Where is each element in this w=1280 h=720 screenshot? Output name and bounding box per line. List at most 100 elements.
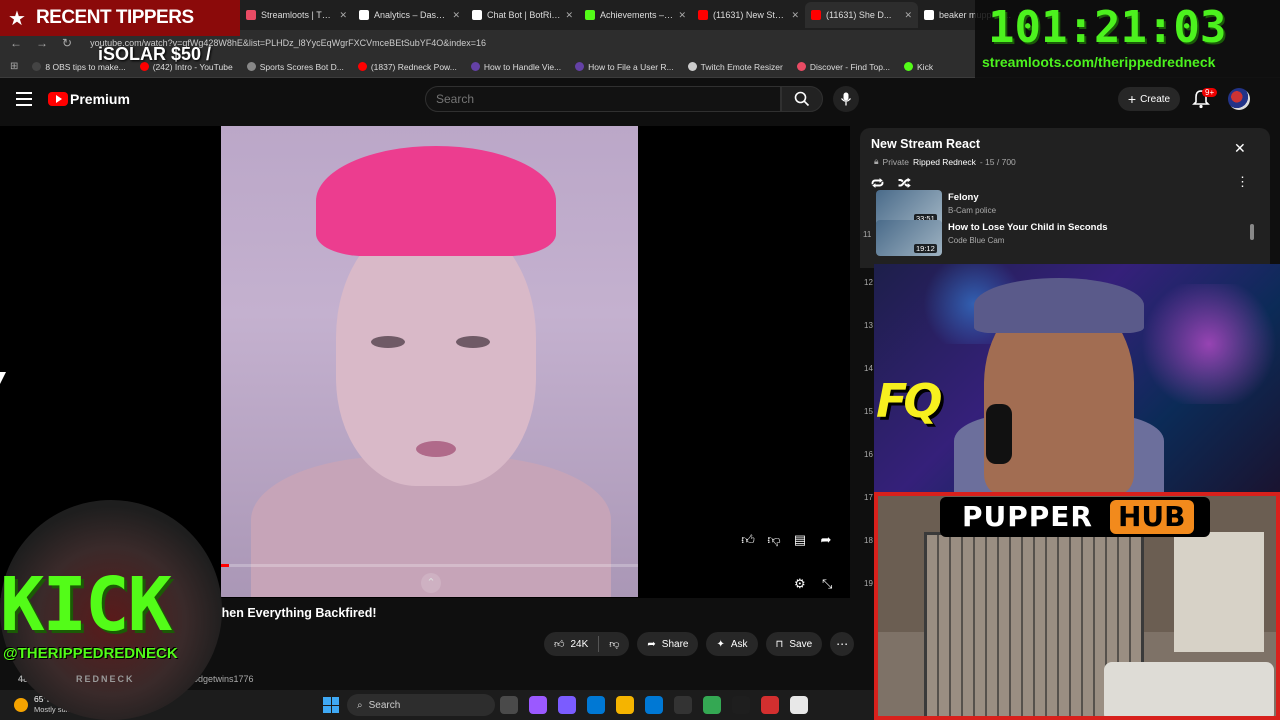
browser-tab[interactable]: (11631) New Stre... ✕: [692, 2, 805, 28]
dislike-button[interactable]: 👎︎: [599, 632, 629, 656]
playlist-scrollbar[interactable]: [1250, 224, 1254, 240]
thumbs-up-icon[interactable]: 👍︎: [740, 532, 756, 548]
bookmark-item[interactable]: (1837) Redneck Pow...: [357, 62, 457, 72]
bookmark-item[interactable]: Sports Scores Bot D...: [246, 62, 344, 72]
subathon-timer: 101:21:03: [988, 2, 1227, 53]
search-input[interactable]: [425, 86, 781, 112]
taskbar-app-icon[interactable]: [529, 696, 547, 714]
taskbar-app-icon[interactable]: [558, 696, 576, 714]
browser-tab[interactable]: Chat Bot | BotRix... ✕: [466, 2, 579, 28]
windows-start-icon[interactable]: [323, 697, 339, 713]
playlist-index-number: 18: [864, 536, 873, 545]
playlist-item-index: 11: [863, 230, 872, 239]
create-button[interactable]: + Create: [1118, 87, 1180, 111]
search-button[interactable]: [781, 86, 823, 112]
sun-icon: [14, 698, 28, 712]
bookmark-favicon-icon: [796, 62, 806, 71]
browser-tab[interactable]: (11631) She D... ✕: [805, 2, 918, 28]
tab-title: (11631) New Stre...: [713, 10, 787, 20]
share-arrow-icon[interactable]: ➦: [818, 532, 834, 548]
kebab-menu-icon[interactable]: ⋮: [1236, 174, 1249, 190]
video-progress-bar[interactable]: [221, 564, 638, 567]
youtube-logo-icon[interactable]: [48, 92, 68, 106]
bookmark-favicon-icon: [904, 62, 914, 71]
kick-logo: KICK: [0, 562, 172, 648]
thumbs-down-icon[interactable]: 👎︎: [766, 532, 782, 548]
taskbar-apps: [500, 696, 808, 714]
share-button[interactable]: ➦ Share: [637, 632, 699, 656]
bookmark-item[interactable]: How to File a User R...: [575, 62, 674, 72]
bookmark-label: Discover - Find Top...: [809, 61, 891, 72]
streamer-hat: [974, 278, 1144, 333]
tab-title: Streamloots | The...: [261, 10, 335, 20]
screen: Streamloots | The... ✕ Analytics – Dashb..…: [0, 0, 1280, 720]
video-person-hair: [316, 146, 556, 256]
pupper-hub-badge: HUB: [1110, 500, 1194, 534]
bookmark-label: How to Handle Vie...: [483, 61, 562, 72]
close-tab-icon[interactable]: ✕: [904, 10, 912, 21]
bookmark-item[interactable]: How to Handle Vie...: [470, 61, 562, 72]
gear-icon[interactable]: ⚙: [794, 576, 810, 592]
bookmark-favicon-icon: [575, 62, 585, 71]
menu-icon[interactable]: [16, 92, 32, 106]
playlist-item-channel[interactable]: Code Blue Cam: [948, 236, 1004, 245]
back-icon[interactable]: ←: [10, 36, 22, 50]
more-options-icon[interactable]: ⋯: [830, 632, 855, 656]
browser-tab[interactable]: Analytics – Dashb... ✕: [353, 2, 466, 28]
youtube-header: Premium + Create 9+: [0, 80, 1280, 120]
bookmark-item[interactable]: Discover - Find Top...: [796, 61, 891, 72]
taskbar-app-icon[interactable]: [790, 696, 808, 714]
mouse-cursor-icon: [0, 372, 6, 384]
taskbar-app-icon[interactable]: [616, 696, 634, 714]
like-button[interactable]: 👍︎ 24K: [544, 632, 598, 656]
playlist-item-channel[interactable]: B-Cam police: [948, 206, 996, 215]
playlist-owner[interactable]: Ripped Redneck: [913, 157, 976, 167]
playlist-title[interactable]: New Stream React: [871, 137, 980, 151]
taskbar-app-icon[interactable]: [645, 696, 663, 714]
taskbar-app-icon[interactable]: [587, 696, 605, 714]
short-actions: 👍︎ 👎︎ ▤ ➦: [740, 532, 834, 548]
like-count: 24K: [570, 638, 589, 650]
ask-label: Ask: [730, 638, 748, 650]
bookmark-item[interactable]: Twitch Emote Resizer: [687, 62, 783, 72]
close-tab-icon[interactable]: ✕: [791, 10, 799, 21]
voice-search-button[interactable]: [833, 86, 859, 112]
playlist-item[interactable]: 11 19:12 How to Lose Your Child in Seconds…: [860, 220, 1250, 256]
playlist-item-title[interactable]: How to Lose Your Child in Seconds: [948, 222, 1108, 233]
close-tab-icon[interactable]: ✕: [339, 10, 347, 21]
bookmark-icon: ⊓: [775, 638, 784, 650]
taskbar-app-icon[interactable]: [500, 696, 518, 714]
ask-button[interactable]: ✦ Ask: [706, 632, 758, 656]
close-tab-icon[interactable]: ✕: [565, 10, 573, 21]
close-tab-icon[interactable]: ✕: [452, 10, 460, 21]
thumbs-up-icon: 👍︎: [554, 639, 565, 650]
save-button[interactable]: ⊓ Save: [765, 632, 823, 656]
tip-line: iSOLAR $50 /: [98, 44, 212, 64]
video-progress-fill: [221, 564, 230, 567]
tab-title: (11631) She D...: [826, 10, 892, 20]
forward-icon[interactable]: →: [36, 36, 48, 50]
taskbar-search[interactable]: ⌕ Search: [347, 694, 495, 716]
close-tab-icon[interactable]: ✕: [678, 10, 686, 21]
taskbar-app-icon[interactable]: [703, 696, 721, 714]
browser-tab[interactable]: Streamloots | The... ✕: [240, 2, 353, 28]
playlist-position: - 15 / 700: [979, 156, 1016, 167]
reload-icon[interactable]: ↻: [62, 36, 72, 50]
taskbar-app-icon[interactable]: [732, 696, 750, 714]
chevron-up-icon[interactable]: ⌃: [421, 573, 441, 593]
avatar[interactable]: [1228, 88, 1250, 110]
tab-favicon-icon: [924, 10, 934, 20]
apps-icon[interactable]: ⊞: [10, 61, 18, 72]
bookmark-item[interactable]: Kick: [904, 62, 933, 72]
youtube-brand[interactable]: Premium: [70, 91, 130, 107]
taskbar-app-icon[interactable]: [674, 696, 692, 714]
video-frame[interactable]: [221, 126, 638, 597]
browser-tab[interactable]: Achievements – Ki... ✕: [579, 2, 692, 28]
playlist-item-title[interactable]: Felony: [948, 192, 979, 203]
comment-icon[interactable]: ▤: [792, 532, 808, 548]
exit-fullscreen-icon[interactable]: ⤡: [822, 576, 838, 592]
bookmark-favicon-icon: [246, 62, 256, 71]
close-icon[interactable]: ✕: [1234, 141, 1248, 155]
webcam-logo: FQ: [876, 374, 943, 428]
taskbar-app-icon[interactable]: [761, 696, 779, 714]
